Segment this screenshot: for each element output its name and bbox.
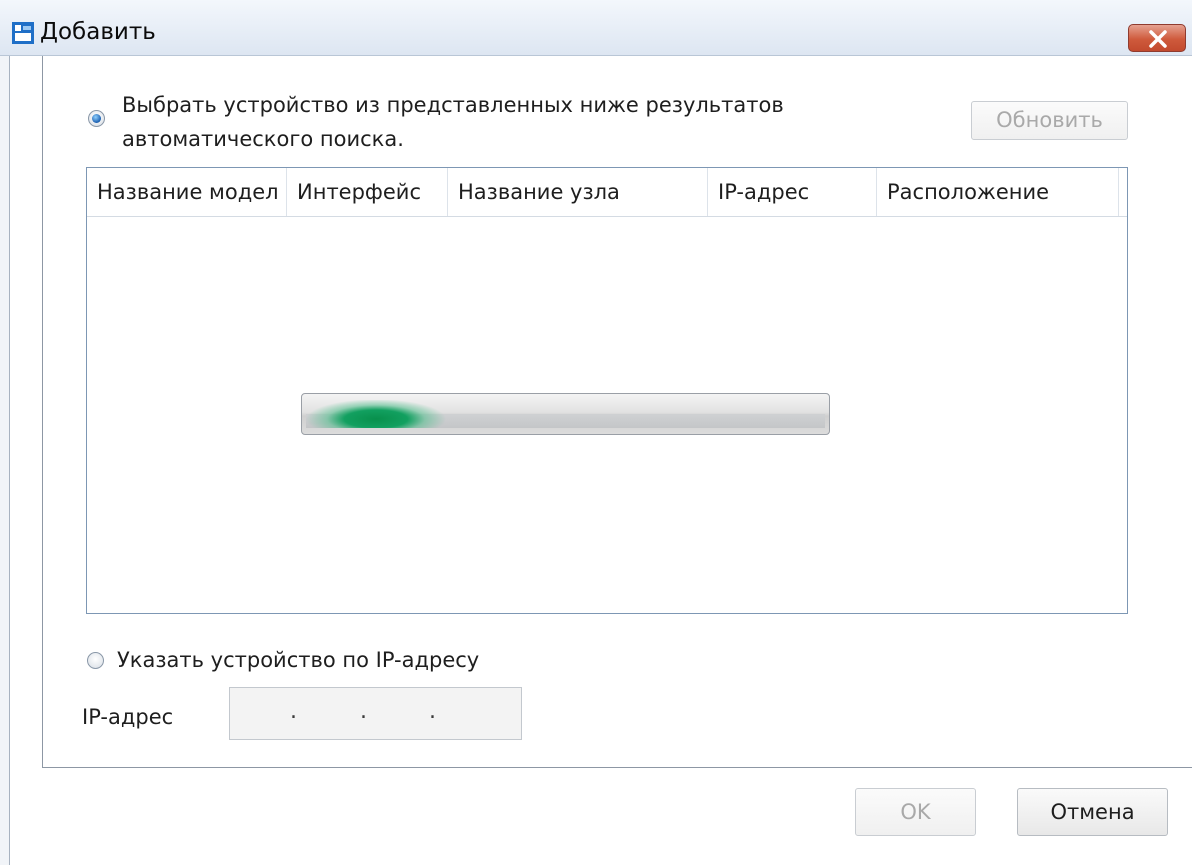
progress-indicator — [306, 400, 456, 428]
ok-button[interactable]: OK — [855, 788, 976, 836]
window-left-border — [0, 56, 10, 865]
auto-search-label-line2: автоматического поиска. — [122, 127, 404, 151]
manual-ip-label: Указать устройство по IP-адресу — [117, 648, 480, 672]
table-header: Название модел Интерфейс Название узла I… — [87, 168, 1127, 217]
column-model-name[interactable]: Название модел — [87, 168, 287, 216]
column-interface[interactable]: Интерфейс — [287, 168, 448, 216]
search-progress-bar — [301, 393, 830, 435]
window-title: Добавить — [40, 19, 156, 45]
auto-search-label-line1: Выбрать устройство из представленных ниж… — [122, 93, 784, 117]
close-button[interactable] — [1128, 24, 1186, 52]
ip-separator: . — [429, 699, 436, 724]
manual-ip-radio[interactable] — [87, 652, 104, 669]
cancel-button[interactable]: Отмена — [1017, 788, 1168, 836]
column-location[interactable]: Расположение — [877, 168, 1119, 216]
device-table[interactable]: Название модел Интерфейс Название узла I… — [86, 167, 1128, 614]
ip-address-field[interactable]: . . . — [229, 687, 522, 740]
ip-separator: . — [360, 699, 367, 724]
auto-search-radio[interactable] — [88, 110, 105, 127]
close-icon — [1149, 30, 1167, 48]
refresh-button[interactable]: Обновить — [971, 101, 1128, 140]
title-bar: Добавить — [0, 0, 1192, 56]
ip-address-label: IP-адрес — [82, 705, 174, 729]
column-node-name[interactable]: Название узла — [448, 168, 708, 216]
ip-separator: . — [290, 699, 297, 724]
column-ip-address[interactable]: IP-адрес — [708, 168, 877, 216]
app-window-icon — [12, 22, 34, 44]
